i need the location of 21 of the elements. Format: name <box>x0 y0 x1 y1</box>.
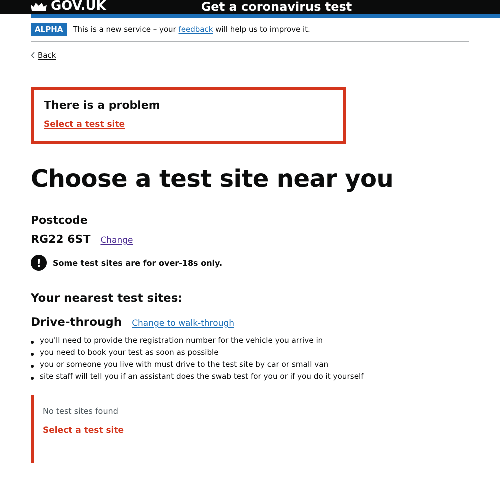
error-message: Select a test site <box>43 426 126 436</box>
postcode-label: Postcode <box>31 214 89 227</box>
no-results-message: No test sites found <box>43 407 120 416</box>
change-type-link[interactable]: Change to walk-through <box>132 319 234 329</box>
bullet-icon <box>31 365 34 368</box>
warning-text: Some test sites are for over-18s only. <box>53 258 223 268</box>
bullet-icon <box>31 353 34 356</box>
service-name[interactable]: Get a coronavirus test <box>201 0 352 14</box>
error-summary-title: There is a problem <box>44 99 162 112</box>
site-type-title: Drive-through <box>31 315 122 329</box>
postcode-value: RG22 6ST <box>31 233 91 246</box>
govuk-logo[interactable]: GOV.UK <box>31 0 106 14</box>
bullet-icon <box>31 341 34 344</box>
crown-icon <box>31 2 47 12</box>
change-link[interactable]: Change <box>100 236 134 246</box>
bullet-icon <box>31 377 34 380</box>
section-heading: Your nearest test sites: <box>31 291 184 305</box>
page-heading: Choose a test site near you <box>31 164 394 194</box>
error-link[interactable]: Select a test site <box>44 120 126 130</box>
warning-icon: ! <box>31 255 47 271</box>
chevron-left-icon <box>31 52 35 59</box>
